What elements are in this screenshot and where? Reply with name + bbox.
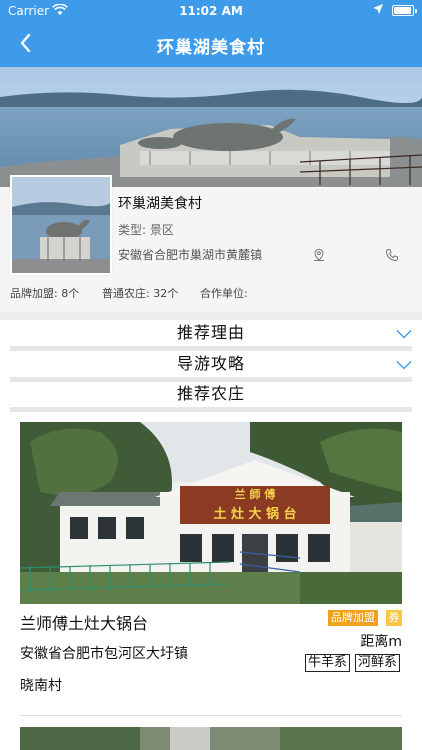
category-tag: 牛羊系 [305,654,351,672]
section-guide-label: 导游攻略 [176,354,245,373]
chevron-down-icon[interactable] [396,360,412,370]
place-name: 环巢湖美食村 [118,196,202,212]
brand-count: 品牌加盟: 8个 [10,287,80,300]
section-guide[interactable]: 导游攻略 [10,351,412,377]
battery-level [394,7,412,14]
next-farm-photo-image[interactable] [20,727,402,750]
farm-count: 普通农庄: 32个 [102,287,179,300]
sign-bottom-text: 土 灶 大 锅 台 [213,506,296,522]
farm-photo-image[interactable]: 兰 師 傅 土 灶 大 锅 台 [20,422,402,604]
map-pin-icon[interactable] [312,247,326,261]
hero-banner-image [0,67,422,187]
clock: 11:02 AM [179,4,243,18]
section-reason-label: 推荐理由 [176,323,245,342]
status-bar: Carrier 11:02 AM [0,0,422,22]
page-title: 环巢湖美食村 [157,38,265,58]
distance-label: 距离m [360,634,402,650]
sign-top-text: 兰 師 傅 [235,487,276,501]
phone-icon[interactable] [385,247,399,262]
location-arrow-icon [372,3,384,18]
info-card: 环巢湖美食村 类型: 景区 安徽省合肥市巢湖市黄麓镇 品牌加盟: 8个 普通农庄… [0,175,422,312]
battery-icon [392,5,417,16]
partner-label: 合作单位: [200,287,248,300]
category-tag: 河鲜系 [355,654,401,672]
section-rule [10,407,412,412]
farm-name[interactable]: 兰师傅土灶大锅台 [20,610,148,634]
section-reason[interactable]: 推荐理由 [10,320,412,346]
brand-tag: 品牌加盟 [328,610,378,626]
farm-address-line1: 安徽省合肥市包河区大圩镇 [20,646,188,662]
coupon-tag: 券 [386,610,402,626]
top-bar: Carrier 11:02 AM 环巢湖美食村 [0,0,422,67]
section-farms: 推荐农庄 [10,381,412,407]
place-type: 类型: 景区 [118,223,174,237]
section-farms-label: 推荐农庄 [176,384,245,403]
nav-bar: 环巢湖美食村 [0,22,422,67]
card-divider [20,715,402,716]
divider [0,312,422,320]
scenic-thumbnail-image[interactable] [10,175,112,275]
place-address: 安徽省合肥市巢湖市黄麓镇 [118,248,263,262]
farm-address-line2: 晓南村 [20,678,62,694]
chevron-down-icon[interactable] [396,329,412,339]
